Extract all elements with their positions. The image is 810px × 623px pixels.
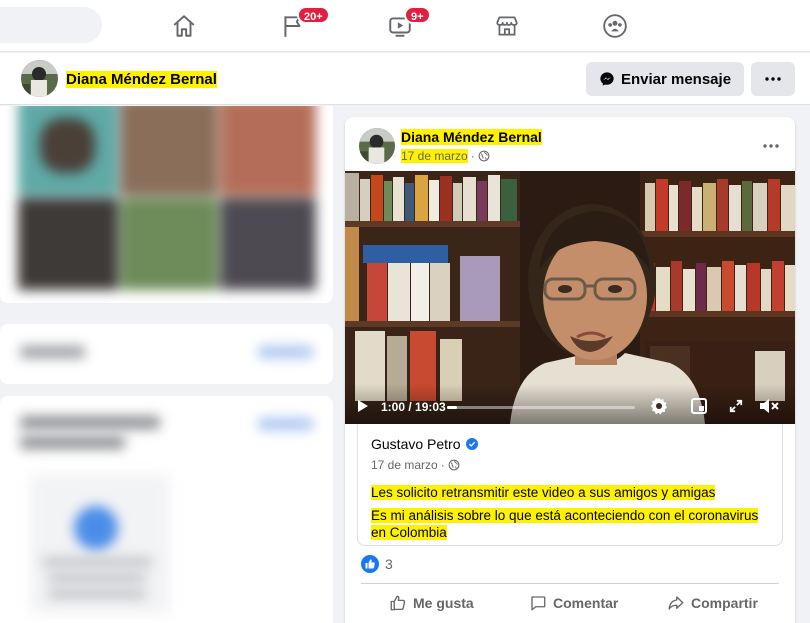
post-author-avatar[interactable] <box>359 128 395 164</box>
fullscreen-button[interactable] <box>726 396 746 416</box>
video-player[interactable]: 1:00 / 19:03 <box>345 171 795 424</box>
thumbs-up-icon <box>390 595 406 611</box>
share-arrow-icon <box>668 596 684 610</box>
notification-badge: 9+ <box>404 6 431 24</box>
photos-card <box>0 106 333 303</box>
shared-date[interactable]: 17 de marzo <box>371 458 438 472</box>
post-meta: 17 de marzo · <box>401 149 490 163</box>
more-horizontal-icon <box>763 144 779 148</box>
friends-card <box>0 324 333 384</box>
share-button[interactable]: Compartir <box>667 591 758 615</box>
top-navigation-bar: 20+ 9+ <box>0 0 810 52</box>
nav-watch[interactable]: 9+ <box>384 6 431 42</box>
video-controls: 1:00 / 19:03 <box>345 384 795 424</box>
comment-button[interactable]: Comentar <box>529 591 618 615</box>
post-card: Diana Méndez Bernal 17 de marzo · 1:00 /… <box>345 117 795 623</box>
shared-text-line-1: Les solicito retransmitir este video a s… <box>371 485 716 500</box>
shared-author[interactable]: Gustavo Petro <box>371 436 478 452</box>
gear-icon <box>650 397 668 415</box>
miniplayer-button[interactable] <box>689 396 709 416</box>
comment-icon <box>531 596 546 611</box>
nav-marketplace[interactable] <box>491 10 523 42</box>
play-icon <box>358 400 368 412</box>
reaction-count: 3 <box>385 556 393 572</box>
profile-avatar[interactable] <box>21 60 58 97</box>
like-label: Me gusta <box>413 595 474 611</box>
reactions-summary[interactable]: 3 <box>361 555 393 573</box>
like-reaction-icon <box>361 555 379 573</box>
shared-text-line-2: Es mi análisis sobre lo que está acontec… <box>371 508 759 540</box>
settings-button[interactable] <box>649 396 669 416</box>
messenger-icon <box>600 72 614 86</box>
send-message-button[interactable]: Enviar mensaje <box>586 62 744 96</box>
video-time: 1:00 / 19:03 <box>381 400 446 414</box>
shared-post-box[interactable]: Gustavo Petro 17 de marzo · Les solicito… <box>357 424 783 546</box>
profile-header-bar: Diana Méndez Bernal Enviar mensaje <box>0 53 810 105</box>
video-progress-bar[interactable] <box>447 406 635 409</box>
photo-grid <box>0 106 333 303</box>
miniplayer-icon <box>691 398 707 414</box>
shared-meta: 17 de marzo · <box>371 458 460 472</box>
more-horizontal-icon <box>765 77 781 81</box>
nav-groups[interactable] <box>599 10 631 42</box>
share-label: Compartir <box>691 595 758 611</box>
comment-label: Comentar <box>553 595 619 611</box>
globe-icon <box>448 459 460 471</box>
shared-author-name: Gustavo Petro <box>371 436 461 452</box>
post-options-button[interactable] <box>763 135 779 153</box>
search-input[interactable] <box>0 7 102 43</box>
mute-button[interactable] <box>759 396 779 416</box>
nav-pages[interactable]: 20+ <box>277 6 330 42</box>
nav-home[interactable] <box>168 10 200 42</box>
marketplace-icon <box>496 16 518 36</box>
post-date[interactable]: 17 de marzo <box>401 149 468 163</box>
groups-icon <box>603 14 627 38</box>
volume-muted-icon <box>760 399 779 413</box>
like-button[interactable]: Me gusta <box>389 591 474 615</box>
verified-badge-icon <box>465 438 478 450</box>
life-events-card <box>0 396 333 623</box>
post-author-name[interactable]: Diana Méndez Bernal <box>401 129 542 145</box>
video-progress-fill <box>447 406 457 409</box>
notification-badge: 20+ <box>297 6 330 24</box>
globe-icon <box>478 150 490 162</box>
send-message-label: Enviar mensaje <box>620 70 732 88</box>
home-icon <box>173 15 195 37</box>
profile-more-button[interactable] <box>751 62 795 96</box>
expand-icon <box>729 399 743 413</box>
play-button[interactable] <box>357 399 369 418</box>
left-column-blurred <box>0 106 333 623</box>
action-divider <box>361 583 779 584</box>
profile-name[interactable]: Diana Méndez Bernal <box>66 71 217 88</box>
